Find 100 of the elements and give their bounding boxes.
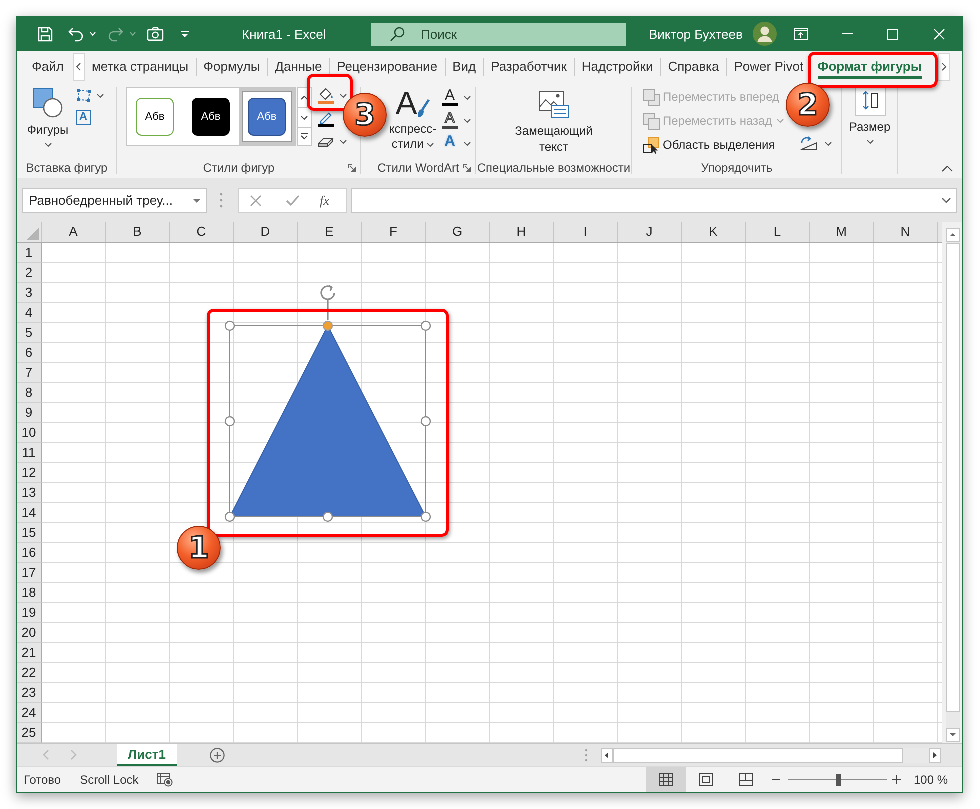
checkmark-icon[interactable]: [286, 195, 300, 206]
grid-icon: [659, 773, 673, 786]
glowing-letter-icon[interactable]: A: [442, 135, 458, 152]
column-header[interactable]: L: [746, 222, 810, 242]
ribbon-tab[interactable]: Файл: [25, 51, 71, 82]
minus-icon[interactable]: [772, 778, 780, 780]
chevron-up-icon[interactable]: [942, 166, 953, 172]
style-preset[interactable]: Абв: [127, 88, 183, 145]
camera-icon[interactable]: [147, 27, 164, 41]
close-icon[interactable]: [934, 28, 945, 40]
insert-function-button[interactable]: fx: [320, 192, 330, 208]
gallery-down-button[interactable]: [297, 107, 312, 127]
ribbon-tab[interactable]: Справка: [661, 51, 726, 82]
paint-bucket-icon[interactable]: [318, 87, 334, 104]
column-header[interactable]: B: [106, 222, 170, 242]
triangle-shape[interactable]: [224, 320, 432, 522]
ribbon-tab[interactable]: Вид: [446, 51, 484, 82]
sheet-tab[interactable]: Лист1: [117, 744, 177, 766]
box-up-arrow-icon[interactable]: [794, 28, 808, 40]
caret-icon: [866, 140, 874, 144]
dialog-launcher-icon[interactable]: [348, 164, 356, 172]
rotate-triangle-icon[interactable]: [800, 136, 819, 151]
group-label: Стили WordArt: [378, 161, 460, 175]
scroll-left-icon[interactable]: [601, 748, 613, 762]
caret-icon[interactable]: [340, 140, 347, 144]
chevron-down-icon: [301, 116, 308, 120]
save-icon[interactable]: [38, 26, 53, 42]
arrange-command[interactable]: Область выделения: [643, 133, 776, 157]
column-header[interactable]: D: [234, 222, 298, 242]
caret-icon: [427, 142, 434, 147]
column-header[interactable]: G: [426, 222, 490, 242]
status-text: Готово: [24, 772, 62, 786]
ribbon-tab[interactable]: Формулы: [196, 51, 268, 82]
search-field[interactable]: Поиск: [421, 25, 571, 43]
maximize-icon[interactable]: [887, 28, 898, 40]
caret-icon[interactable]: [825, 142, 832, 146]
column-header[interactable]: J: [618, 222, 682, 242]
alt-text-button[interactable]: Замещающий текст: [506, 82, 602, 155]
column-header[interactable]: K: [682, 222, 746, 242]
ribbon-tab[interactable]: Данные: [268, 51, 330, 82]
normal-view-button[interactable]: [646, 767, 686, 792]
ribbon-tab[interactable]: Формат фигуры: [810, 51, 929, 82]
column-header[interactable]: M: [810, 222, 874, 242]
column-header[interactable]: N: [874, 222, 938, 242]
name-box[interactable]: Равнобедренный треу...: [22, 188, 207, 213]
splitter-dots-icon[interactable]: [585, 748, 588, 762]
tab-scroll-left-button[interactable]: [72, 52, 85, 80]
formula-input[interactable]: [351, 188, 957, 213]
chevron-up-icon: [301, 96, 308, 100]
style-preset[interactable]: Абв: [239, 88, 295, 145]
zoom-slider-thumb[interactable]: [836, 774, 840, 786]
column-header[interactable]: C: [170, 222, 234, 242]
caret-icon[interactable]: [464, 142, 471, 146]
column-header[interactable]: I: [554, 222, 618, 242]
caret-icon[interactable]: [464, 96, 471, 100]
avatar-icon[interactable]: [752, 22, 777, 46]
ribbon-tab[interactable]: Надстройки: [574, 51, 660, 82]
sheet-record-icon[interactable]: [156, 772, 173, 786]
caret-icon[interactable]: [464, 118, 471, 122]
stacked-squares-icon: [643, 112, 660, 130]
step-number-badge: 2: [786, 83, 830, 127]
plus-icon[interactable]: [892, 775, 901, 784]
scroll-right-icon[interactable]: [929, 748, 941, 762]
column-header[interactable]: H: [490, 222, 554, 242]
ribbon-tab[interactable]: Разработчик: [484, 51, 574, 82]
splitter-dots-icon[interactable]: [220, 193, 223, 208]
caret-icon: [777, 119, 784, 123]
rotation-handle-icon[interactable]: [320, 285, 336, 320]
search-box[interactable]: Поиск: [371, 22, 626, 46]
group-label: Вставка фигур: [26, 161, 108, 175]
style-preset[interactable]: Абв: [183, 88, 239, 145]
dialog-launcher-icon[interactable]: [463, 164, 471, 172]
gallery-more-button[interactable]: [297, 127, 312, 146]
caret-icon[interactable]: [340, 94, 347, 98]
add-sheet-icon[interactable]: [210, 748, 225, 762]
text-box-icon[interactable]: A: [76, 110, 91, 125]
size-button[interactable]: Размер: [849, 82, 891, 144]
undo-icon[interactable]: [68, 26, 84, 42]
dashed-shape-icon[interactable]: [76, 88, 93, 103]
square-cursor-icon: [643, 136, 660, 154]
ribbon-tab[interactable]: Рецензирование: [330, 51, 445, 82]
eraser-icon[interactable]: [318, 136, 334, 148]
caret-icon[interactable]: [97, 94, 104, 98]
group-label: Специальные возможности: [477, 161, 631, 175]
shapes-button[interactable]: Фигуры: [22, 82, 74, 147]
menu-caret-icon[interactable]: [181, 30, 189, 38]
column-header[interactable]: E: [298, 222, 362, 242]
scroll-down-icon[interactable]: [946, 728, 960, 742]
quick-styles-button[interactable]: A кспресс-стили: [386, 82, 440, 152]
column-header[interactable]: F: [362, 222, 426, 242]
scroll-up-icon[interactable]: [946, 228, 960, 242]
chevron-down-icon[interactable]: [942, 198, 951, 203]
column-header[interactable]: A: [42, 222, 106, 242]
pen-icon[interactable]: [318, 110, 334, 127]
ribbon-tab[interactable]: метка страницы: [84, 51, 196, 82]
line-chevron-icon: [301, 133, 308, 140]
minimize-icon[interactable]: [842, 33, 853, 35]
tab-scroll-right-button[interactable]: [938, 52, 950, 80]
ribbon-tab[interactable]: Power Pivot: [727, 51, 811, 82]
resize-arrows-icon: [854, 85, 886, 116]
